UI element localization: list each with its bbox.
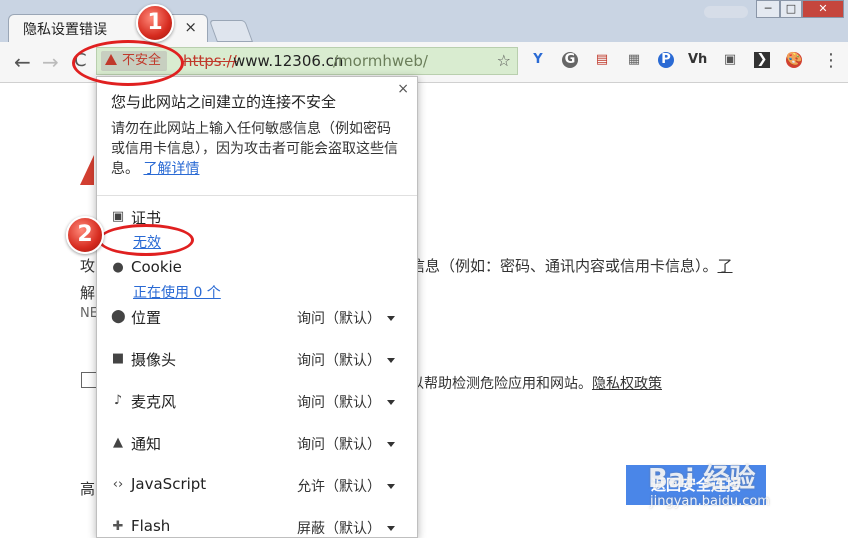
plugin-icon: ✚: [112, 519, 124, 534]
site-info-popup: × 您与此网站之间建立的连接不安全 请勿在此网站上输入任何敏感信息（例如密码或信…: [96, 76, 418, 538]
url-scheme: https://: [183, 52, 237, 70]
extension-icon-list[interactable]: ▤: [594, 52, 610, 68]
blurred-area: [704, 6, 748, 18]
extension-icon-arrow[interactable]: ❯: [754, 52, 770, 68]
permission-select-location[interactable]: 询问（默认）: [297, 308, 395, 328]
new-tab-button[interactable]: [208, 20, 254, 42]
report-checkbox[interactable]: [81, 372, 97, 388]
extension-icon-y[interactable]: Y: [530, 52, 546, 68]
chevron-down-icon: [387, 400, 395, 405]
location-icon: ⬤: [111, 309, 126, 324]
privacy-policy-link[interactable]: 隐私权政策: [592, 376, 662, 392]
annotation-ellipse-certificate: [98, 224, 194, 256]
extension-icon-paint[interactable]: 🎨: [786, 52, 802, 68]
error-triangle-icon: [80, 155, 94, 185]
url-host: www.12306.cn: [233, 52, 344, 70]
extension-icon-p[interactable]: P: [658, 52, 674, 68]
close-window-button[interactable]: ✕: [802, 0, 844, 18]
permission-label-javascript: JavaScript: [131, 475, 207, 493]
certificate-icon: ▣: [111, 209, 125, 224]
permission-select-notifications[interactable]: 询问（默认）: [297, 434, 395, 454]
extension-icon-vh[interactable]: Vh: [688, 52, 707, 68]
extension-icon-grid[interactable]: ▦: [626, 52, 642, 68]
chevron-down-icon: [387, 484, 395, 489]
chevron-down-icon: [387, 316, 395, 321]
annotation-ellipse-security: [72, 40, 184, 86]
menu-icon[interactable]: ⋮: [822, 50, 840, 71]
annotation-badge-2: 2: [66, 216, 104, 254]
checkbox-text: 以帮助检测危险应用和网站。隐私权政策: [410, 376, 662, 392]
watermark-url: jingyan.baidu.com: [650, 494, 770, 509]
chevron-down-icon: [387, 358, 395, 363]
permission-label-location: 位置: [131, 309, 162, 327]
url-path: /mormhweb/: [333, 52, 428, 70]
watermark-logo: Bai 经验: [648, 464, 756, 494]
maximize-button[interactable]: □: [780, 0, 802, 18]
page-text-line2: 解: [80, 284, 96, 302]
advanced-text: 高: [80, 480, 96, 498]
notification-bell-icon: ▲: [113, 435, 123, 450]
permission-label-microphone: 麦克风: [131, 393, 177, 411]
cookie-status-link[interactable]: 正在使用 0 个: [133, 282, 221, 302]
page-text-line1-right: 信息（例如：密码、通讯内容或信用卡信息）。了: [410, 257, 733, 275]
forward-icon[interactable]: →: [42, 50, 59, 74]
window-titlebar: 隐私设置错误 × ─ □ ✕: [0, 0, 848, 43]
cookie-icon: ●: [112, 260, 124, 275]
extension-icon-box[interactable]: ▣: [722, 52, 738, 68]
permission-label-camera: 摄像头: [131, 351, 177, 369]
back-icon[interactable]: ←: [14, 50, 31, 74]
popup-close-icon[interactable]: ×: [397, 81, 409, 97]
code-icon: ‹›: [112, 477, 124, 492]
chevron-down-icon: [387, 442, 395, 447]
bookmark-star-icon[interactable]: ☆: [497, 51, 511, 70]
popup-title: 您与此网站之间建立的连接不安全: [111, 93, 337, 111]
learn-more-link[interactable]: 了: [718, 257, 733, 275]
cookie-label: Cookie: [131, 258, 182, 276]
divider: [97, 195, 417, 196]
annotation-badge-1: 1: [136, 4, 174, 42]
permission-select-flash[interactable]: 屏蔽（默认）: [297, 518, 395, 538]
microphone-icon: ♪: [113, 393, 123, 408]
camera-icon: ■: [111, 351, 125, 366]
tab-title: 隐私设置错误: [23, 22, 107, 38]
popup-learn-more-link[interactable]: 了解详情: [143, 161, 199, 177]
permission-select-microphone[interactable]: 询问（默认）: [297, 392, 395, 412]
permission-label-notifications: 通知: [131, 435, 162, 453]
permission-select-camera[interactable]: 询问（默认）: [297, 350, 395, 370]
popup-description: 请勿在此网站上输入任何敏感信息（例如密码或信用卡信息），因为攻击者可能会盗取这些…: [111, 121, 398, 177]
permission-select-javascript[interactable]: 允许（默认）: [297, 476, 395, 496]
permission-label-flash: Flash: [131, 517, 171, 535]
browser-tab[interactable]: 隐私设置错误 ×: [8, 14, 208, 42]
extension-icon-g[interactable]: G: [562, 52, 578, 68]
minimize-button[interactable]: ─: [756, 0, 780, 18]
tab-close-icon[interactable]: ×: [184, 18, 197, 36]
chevron-down-icon: [387, 526, 395, 531]
page-text-line1-left: 攻: [80, 257, 96, 275]
